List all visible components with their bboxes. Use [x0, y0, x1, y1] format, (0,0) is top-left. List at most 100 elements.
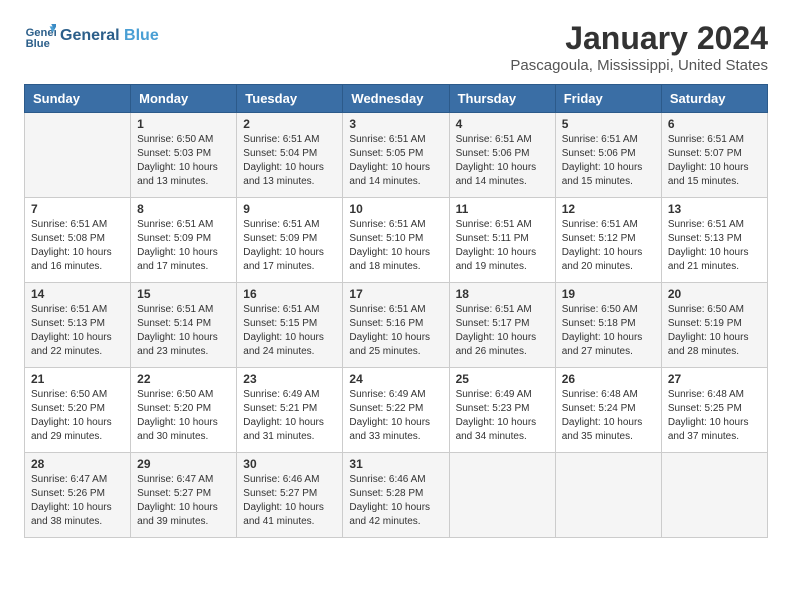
- day-info: Sunrise: 6:51 AMSunset: 5:17 PMDaylight:…: [456, 303, 549, 359]
- calendar-week-row: 14 Sunrise: 6:51 AMSunset: 5:13 PMDayligh…: [25, 283, 768, 368]
- title-area: January 2024 Pascagoula, Mississippi, Un…: [510, 20, 768, 74]
- day-number: 26: [562, 372, 655, 386]
- day-number: 23: [243, 372, 336, 386]
- day-info: Sunrise: 6:51 AMSunset: 5:13 PMDaylight:…: [31, 303, 124, 359]
- calendar-header-row: SundayMondayTuesdayWednesdayThursdayFrid…: [25, 85, 768, 113]
- calendar-cell: 15Sunrise: 6:51 AMSunset: 5:14 PMDayligh…: [131, 283, 237, 368]
- calendar-header-tuesday: Tuesday: [237, 85, 343, 113]
- calendar-header-wednesday: Wednesday: [343, 85, 449, 113]
- day-info: Sunrise: 6:50 AMSunset: 5:20 PMDaylight:…: [137, 388, 230, 444]
- day-number: 9: [243, 202, 336, 216]
- calendar-cell: 21 Sunrise: 6:50 AMSunset: 5:20 PMDayligh…: [25, 368, 131, 453]
- day-number: 25: [456, 372, 549, 386]
- calendar-cell: 6 Sunrise: 6:51 AMSunset: 5:07 PMDaylight…: [661, 113, 767, 198]
- calendar-cell: [449, 453, 555, 538]
- day-number: 8: [137, 202, 230, 216]
- calendar-subtitle: Pascagoula, Mississippi, United States: [510, 57, 768, 74]
- calendar-cell: 4 Sunrise: 6:51 AMSunset: 5:06 PMDaylight…: [449, 113, 555, 198]
- calendar-cell: 7 Sunrise: 6:51 AMSunset: 5:08 PMDaylight…: [25, 198, 131, 283]
- day-info: Sunrise: 6:49 AMSunset: 5:21 PMDaylight:…: [243, 388, 336, 444]
- day-number: 11: [456, 202, 549, 216]
- calendar-cell: 16 Sunrise: 6:51 AMSunset: 5:15 PMDayligh…: [237, 283, 343, 368]
- calendar-cell: 1 Sunrise: 6:50 AMSunset: 5:03 PMDaylight…: [131, 113, 237, 198]
- day-number: 3: [349, 117, 442, 131]
- calendar-cell: [661, 453, 767, 538]
- calendar-cell: 12Sunrise: 6:51 AMSunset: 5:12 PMDayligh…: [555, 198, 661, 283]
- calendar-header-thursday: Thursday: [449, 85, 555, 113]
- calendar-cell: 28 Sunrise: 6:47 AMSunset: 5:26 PMDayligh…: [25, 453, 131, 538]
- logo: General Blue General Blue: [24, 20, 159, 52]
- day-info: Sunrise: 6:51 AMSunset: 5:04 PMDaylight:…: [243, 133, 336, 189]
- day-number: 1: [137, 117, 230, 131]
- day-info: Sunrise: 6:46 AMSunset: 5:27 PMDaylight:…: [243, 473, 336, 529]
- day-number: 4: [456, 117, 549, 131]
- calendar-cell: 13Sunrise: 6:51 AMSunset: 5:13 PMDayligh…: [661, 198, 767, 283]
- calendar-title: January 2024: [510, 20, 768, 57]
- day-info: Sunrise: 6:51 AMSunset: 5:06 PMDaylight:…: [562, 133, 655, 189]
- day-info: Sunrise: 6:48 AMSunset: 5:24 PMDaylight:…: [562, 388, 655, 444]
- day-number: 10: [349, 202, 442, 216]
- day-number: 30: [243, 457, 336, 471]
- day-number: 28: [31, 457, 124, 471]
- day-number: 29: [137, 457, 230, 471]
- calendar-week-row: 28 Sunrise: 6:47 AMSunset: 5:26 PMDayligh…: [25, 453, 768, 538]
- calendar-cell: 18Sunrise: 6:51 AMSunset: 5:17 PMDayligh…: [449, 283, 555, 368]
- calendar-cell: 26 Sunrise: 6:48 AMSunset: 5:24 PMDayligh…: [555, 368, 661, 453]
- day-info: Sunrise: 6:51 AMSunset: 5:11 PMDaylight:…: [456, 218, 549, 274]
- day-number: 7: [31, 202, 124, 216]
- calendar-cell: 25 Sunrise: 6:49 AMSunset: 5:23 PMDayligh…: [449, 368, 555, 453]
- calendar-cell: 27Sunrise: 6:48 AMSunset: 5:25 PMDayligh…: [661, 368, 767, 453]
- calendar-cell: 19Sunrise: 6:50 AMSunset: 5:18 PMDayligh…: [555, 283, 661, 368]
- calendar-header-sunday: Sunday: [25, 85, 131, 113]
- calendar-header-saturday: Saturday: [661, 85, 767, 113]
- day-info: Sunrise: 6:50 AMSunset: 5:19 PMDaylight:…: [668, 303, 761, 359]
- day-number: 20: [668, 287, 761, 301]
- day-number: 5: [562, 117, 655, 131]
- day-info: Sunrise: 6:51 AMSunset: 5:06 PMDaylight:…: [456, 133, 549, 189]
- calendar-cell: 11 Sunrise: 6:51 AMSunset: 5:11 PMDayligh…: [449, 198, 555, 283]
- calendar-header-friday: Friday: [555, 85, 661, 113]
- calendar-cell: 17 Sunrise: 6:51 AMSunset: 5:16 PMDayligh…: [343, 283, 449, 368]
- day-info: Sunrise: 6:47 AMSunset: 5:26 PMDaylight:…: [31, 473, 124, 529]
- day-number: 19: [562, 287, 655, 301]
- calendar-cell: 20 Sunrise: 6:50 AMSunset: 5:19 PMDayligh…: [661, 283, 767, 368]
- day-number: 13: [668, 202, 761, 216]
- day-info: Sunrise: 6:51 AMSunset: 5:10 PMDaylight:…: [349, 218, 442, 274]
- day-info: Sunrise: 6:51 AMSunset: 5:05 PMDaylight:…: [349, 133, 442, 189]
- calendar-cell: 5 Sunrise: 6:51 AMSunset: 5:06 PMDaylight…: [555, 113, 661, 198]
- day-info: Sunrise: 6:51 AMSunset: 5:16 PMDaylight:…: [349, 303, 442, 359]
- day-info: Sunrise: 6:51 AMSunset: 5:08 PMDaylight:…: [31, 218, 124, 274]
- page-header: General Blue General Blue January 2024 P…: [24, 20, 768, 74]
- svg-text:Blue: Blue: [26, 38, 50, 50]
- day-number: 6: [668, 117, 761, 131]
- day-info: Sunrise: 6:51 AMSunset: 5:07 PMDaylight:…: [668, 133, 761, 189]
- day-number: 14: [31, 287, 124, 301]
- day-info: Sunrise: 6:51 AMSunset: 5:15 PMDaylight:…: [243, 303, 336, 359]
- calendar-week-row: 1 Sunrise: 6:50 AMSunset: 5:03 PMDaylight…: [25, 113, 768, 198]
- day-info: Sunrise: 6:49 AMSunset: 5:22 PMDaylight:…: [349, 388, 442, 444]
- day-info: Sunrise: 6:50 AMSunset: 5:20 PMDaylight:…: [31, 388, 124, 444]
- calendar-cell: 24Sunrise: 6:49 AMSunset: 5:22 PMDayligh…: [343, 368, 449, 453]
- day-info: Sunrise: 6:51 AMSunset: 5:12 PMDaylight:…: [562, 218, 655, 274]
- day-number: 21: [31, 372, 124, 386]
- calendar-cell: [555, 453, 661, 538]
- day-number: 22: [137, 372, 230, 386]
- calendar-header-monday: Monday: [131, 85, 237, 113]
- day-number: 27: [668, 372, 761, 386]
- calendar-cell: 23 Sunrise: 6:49 AMSunset: 5:21 PMDayligh…: [237, 368, 343, 453]
- calendar-table: SundayMondayTuesdayWednesdayThursdayFrid…: [24, 84, 768, 538]
- day-info: Sunrise: 6:51 AMSunset: 5:09 PMDaylight:…: [243, 218, 336, 274]
- day-info: Sunrise: 6:47 AMSunset: 5:27 PMDaylight:…: [137, 473, 230, 529]
- day-info: Sunrise: 6:51 AMSunset: 5:14 PMDaylight:…: [137, 303, 230, 359]
- day-info: Sunrise: 6:51 AMSunset: 5:09 PMDaylight:…: [137, 218, 230, 274]
- logo-icon: General Blue: [24, 20, 56, 52]
- calendar-week-row: 21 Sunrise: 6:50 AMSunset: 5:20 PMDayligh…: [25, 368, 768, 453]
- day-info: Sunrise: 6:49 AMSunset: 5:23 PMDaylight:…: [456, 388, 549, 444]
- calendar-cell: 22 Sunrise: 6:50 AMSunset: 5:20 PMDayligh…: [131, 368, 237, 453]
- calendar-cell: 2Sunrise: 6:51 AMSunset: 5:04 PMDaylight…: [237, 113, 343, 198]
- day-number: 17: [349, 287, 442, 301]
- day-info: Sunrise: 6:46 AMSunset: 5:28 PMDaylight:…: [349, 473, 442, 529]
- day-number: 16: [243, 287, 336, 301]
- logo-text: General Blue: [60, 27, 159, 45]
- day-info: Sunrise: 6:50 AMSunset: 5:03 PMDaylight:…: [137, 133, 230, 189]
